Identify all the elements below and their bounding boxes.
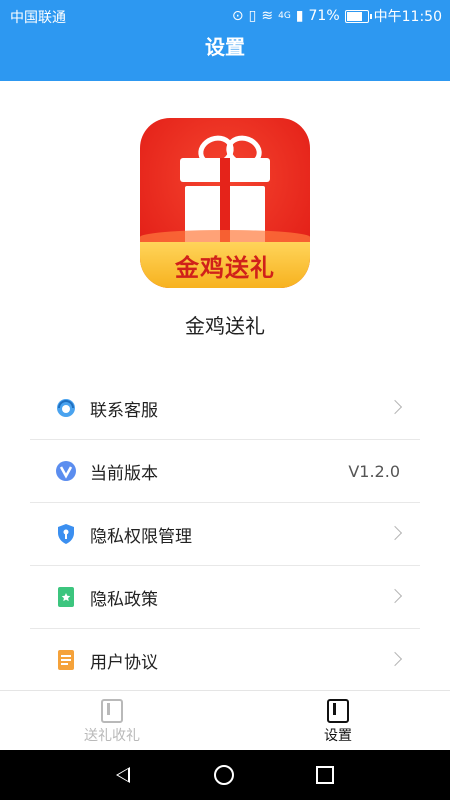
app-logo: 金鸡送礼 [140, 118, 310, 288]
battery-percent: 71% [308, 8, 340, 24]
app-name: 金鸡送礼 [185, 314, 265, 338]
privacy-permission-icon [54, 522, 78, 546]
menu-item-customer-service[interactable]: 联系客服 [30, 377, 420, 440]
tab-label: 送礼收礼 [84, 728, 140, 744]
clock: 中午11:50 [373, 9, 442, 25]
menu-item-user-agreement[interactable]: 用户协议 [30, 629, 420, 692]
menu-item-version[interactable]: 当前版本 V1.2.0 [30, 440, 420, 503]
chevron-right-icon [387, 525, 403, 541]
menu-item-privacy-policy[interactable]: 隐私政策 [30, 566, 420, 629]
chevron-right-icon [387, 399, 403, 415]
version-icon [54, 459, 78, 483]
carrier-label: 中国联通 [10, 10, 66, 26]
tab-label: 设置 [324, 728, 352, 744]
menu-item-label: 隐私政策 [90, 589, 158, 610]
version-value: V1.2.0 [348, 461, 400, 481]
wifi-icon: ≋ [261, 8, 274, 24]
customer-service-icon [54, 396, 78, 420]
status-bar: 中国联通 ⊙ ▯ ≋ 4G ▮ 71% 中午11:50 [0, 0, 450, 32]
signal-icon: ▮ [295, 8, 304, 24]
status-icons: ⊙ ▯ ≋ 4G ▮ 71% 中午11:50 [232, 6, 442, 26]
top-bar: 中国联通 ⊙ ▯ ≋ 4G ▮ 71% 中午11:50 设置 [0, 0, 450, 81]
vibrate-icon: ▯ [248, 8, 257, 24]
battery-fill [346, 11, 363, 21]
tab-settings[interactable]: 设置 [278, 691, 398, 751]
system-nav-bar [0, 750, 450, 800]
network-type-label: 4G [278, 11, 291, 21]
privacy-policy-icon [54, 585, 78, 609]
menu-item-label: 当前版本 [90, 463, 158, 484]
home-icon[interactable] [214, 765, 234, 785]
logo-banner-text: 金鸡送礼 [140, 242, 310, 288]
bottom-nav: 送礼收礼 设置 [0, 690, 450, 751]
battery-icon [344, 9, 372, 23]
menu-item-label: 联系客服 [90, 400, 158, 421]
location-icon: ⊙ [231, 8, 244, 24]
chevron-right-icon [387, 588, 403, 604]
menu-item-label: 用户协议 [90, 652, 158, 673]
back-icon[interactable] [116, 767, 130, 783]
menu-item-privacy-permission[interactable]: 隐私权限管理 [30, 503, 420, 566]
notebook-icon [101, 699, 123, 723]
settings-menu: 联系客服 当前版本 V1.2.0 隐私权限管理 隐私政策 用户协议 [30, 377, 420, 692]
page-title: 设置 [205, 35, 245, 59]
recent-apps-icon[interactable] [316, 766, 334, 784]
tab-gifts[interactable]: 送礼收礼 [52, 691, 172, 751]
menu-item-label: 隐私权限管理 [90, 526, 192, 547]
chevron-right-icon [387, 651, 403, 667]
user-agreement-icon [54, 648, 78, 672]
notebook-icon [327, 699, 349, 723]
